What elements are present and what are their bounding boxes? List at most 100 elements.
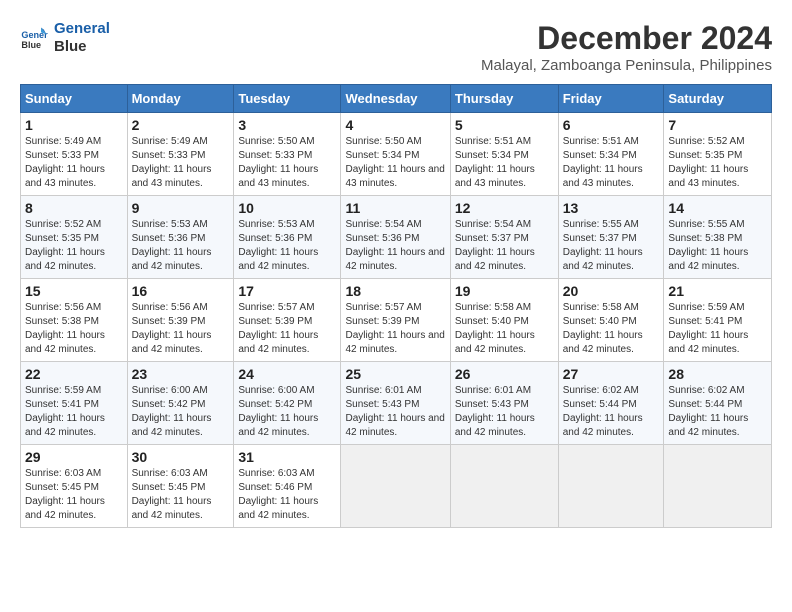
day-info: Sunrise: 5:51 AMSunset: 5:34 PMDaylight:… <box>563 136 643 189</box>
day-number: 1 <box>25 117 123 133</box>
calendar-day-cell: 10 Sunrise: 5:53 AMSunset: 5:36 PMDaylig… <box>234 196 341 279</box>
calendar-header-cell: Monday <box>127 85 234 113</box>
day-number: 12 <box>455 200 554 216</box>
day-number: 23 <box>132 366 230 382</box>
calendar-header-cell: Friday <box>558 85 664 113</box>
calendar-day-cell: 15 Sunrise: 5:56 AMSunset: 5:38 PMDaylig… <box>21 279 128 362</box>
day-number: 20 <box>563 283 660 299</box>
calendar-day-cell: 17 Sunrise: 5:57 AMSunset: 5:39 PMDaylig… <box>234 279 341 362</box>
day-info: Sunrise: 5:53 AMSunset: 5:36 PMDaylight:… <box>238 219 318 272</box>
day-info: Sunrise: 5:49 AMSunset: 5:33 PMDaylight:… <box>25 136 105 189</box>
calendar-day-cell: 4 Sunrise: 5:50 AMSunset: 5:34 PMDayligh… <box>341 113 450 196</box>
day-number: 26 <box>455 366 554 382</box>
day-info: Sunrise: 6:03 AMSunset: 5:46 PMDaylight:… <box>238 468 318 521</box>
calendar-week-row: 15 Sunrise: 5:56 AMSunset: 5:38 PMDaylig… <box>21 279 772 362</box>
calendar-week-row: 8 Sunrise: 5:52 AMSunset: 5:35 PMDayligh… <box>21 196 772 279</box>
calendar-header-cell: Wednesday <box>341 85 450 113</box>
calendar-header-cell: Saturday <box>664 85 772 113</box>
day-info: Sunrise: 6:03 AMSunset: 5:45 PMDaylight:… <box>132 468 212 521</box>
day-info: Sunrise: 6:01 AMSunset: 5:43 PMDaylight:… <box>345 385 444 438</box>
day-number: 3 <box>238 117 336 133</box>
day-number: 15 <box>25 283 123 299</box>
day-info: Sunrise: 5:55 AMSunset: 5:37 PMDaylight:… <box>563 219 643 272</box>
calendar-day-cell: 9 Sunrise: 5:53 AMSunset: 5:36 PMDayligh… <box>127 196 234 279</box>
day-number: 24 <box>238 366 336 382</box>
day-info: Sunrise: 6:02 AMSunset: 5:44 PMDaylight:… <box>668 385 748 438</box>
calendar-day-cell: 18 Sunrise: 5:57 AMSunset: 5:39 PMDaylig… <box>341 279 450 362</box>
calendar-day-cell <box>341 445 450 528</box>
day-number: 29 <box>25 449 123 465</box>
day-info: Sunrise: 5:58 AMSunset: 5:40 PMDaylight:… <box>563 302 643 355</box>
day-number: 2 <box>132 117 230 133</box>
day-number: 21 <box>668 283 767 299</box>
calendar-day-cell: 7 Sunrise: 5:52 AMSunset: 5:35 PMDayligh… <box>664 113 772 196</box>
day-number: 17 <box>238 283 336 299</box>
day-info: Sunrise: 5:52 AMSunset: 5:35 PMDaylight:… <box>25 219 105 272</box>
day-info: Sunrise: 5:51 AMSunset: 5:34 PMDaylight:… <box>455 136 535 189</box>
day-info: Sunrise: 5:59 AMSunset: 5:41 PMDaylight:… <box>25 385 105 438</box>
day-info: Sunrise: 6:00 AMSunset: 5:42 PMDaylight:… <box>132 385 212 438</box>
day-info: Sunrise: 5:52 AMSunset: 5:35 PMDaylight:… <box>668 136 748 189</box>
calendar-day-cell: 21 Sunrise: 5:59 AMSunset: 5:41 PMDaylig… <box>664 279 772 362</box>
day-number: 5 <box>455 117 554 133</box>
day-info: Sunrise: 5:57 AMSunset: 5:39 PMDaylight:… <box>238 302 318 355</box>
calendar-day-cell: 14 Sunrise: 5:55 AMSunset: 5:38 PMDaylig… <box>664 196 772 279</box>
day-info: Sunrise: 6:01 AMSunset: 5:43 PMDaylight:… <box>455 385 535 438</box>
calendar-week-row: 29 Sunrise: 6:03 AMSunset: 5:45 PMDaylig… <box>21 445 772 528</box>
main-title: December 2024 <box>481 20 772 57</box>
calendar-day-cell: 30 Sunrise: 6:03 AMSunset: 5:45 PMDaylig… <box>127 445 234 528</box>
day-info: Sunrise: 6:02 AMSunset: 5:44 PMDaylight:… <box>563 385 643 438</box>
day-number: 19 <box>455 283 554 299</box>
calendar-day-cell: 23 Sunrise: 6:00 AMSunset: 5:42 PMDaylig… <box>127 362 234 445</box>
subtitle: Malayal, Zamboanga Peninsula, Philippine… <box>481 57 772 74</box>
calendar-day-cell: 25 Sunrise: 6:01 AMSunset: 5:43 PMDaylig… <box>341 362 450 445</box>
day-number: 9 <box>132 200 230 216</box>
day-info: Sunrise: 6:03 AMSunset: 5:45 PMDaylight:… <box>25 468 105 521</box>
day-info: Sunrise: 5:55 AMSunset: 5:38 PMDaylight:… <box>668 219 748 272</box>
calendar-day-cell: 3 Sunrise: 5:50 AMSunset: 5:33 PMDayligh… <box>234 113 341 196</box>
day-number: 31 <box>238 449 336 465</box>
day-number: 10 <box>238 200 336 216</box>
calendar-day-cell <box>664 445 772 528</box>
day-number: 11 <box>345 200 445 216</box>
day-info: Sunrise: 5:57 AMSunset: 5:39 PMDaylight:… <box>345 302 444 355</box>
calendar-day-cell: 1 Sunrise: 5:49 AMSunset: 5:33 PMDayligh… <box>21 113 128 196</box>
calendar-week-row: 22 Sunrise: 5:59 AMSunset: 5:41 PMDaylig… <box>21 362 772 445</box>
calendar-day-cell: 28 Sunrise: 6:02 AMSunset: 5:44 PMDaylig… <box>664 362 772 445</box>
calendar-day-cell: 20 Sunrise: 5:58 AMSunset: 5:40 PMDaylig… <box>558 279 664 362</box>
day-number: 25 <box>345 366 445 382</box>
day-number: 14 <box>668 200 767 216</box>
day-number: 13 <box>563 200 660 216</box>
calendar-day-cell: 11 Sunrise: 5:54 AMSunset: 5:36 PMDaylig… <box>341 196 450 279</box>
calendar-day-cell <box>558 445 664 528</box>
day-number: 27 <box>563 366 660 382</box>
calendar-day-cell: 12 Sunrise: 5:54 AMSunset: 5:37 PMDaylig… <box>450 196 558 279</box>
calendar-day-cell: 13 Sunrise: 5:55 AMSunset: 5:37 PMDaylig… <box>558 196 664 279</box>
calendar-header-row: SundayMondayTuesdayWednesdayThursdayFrid… <box>21 85 772 113</box>
header: General Blue General Blue December 2024 … <box>20 20 772 74</box>
calendar-day-cell: 19 Sunrise: 5:58 AMSunset: 5:40 PMDaylig… <box>450 279 558 362</box>
calendar-day-cell: 27 Sunrise: 6:02 AMSunset: 5:44 PMDaylig… <box>558 362 664 445</box>
title-block: December 2024 Malayal, Zamboanga Peninsu… <box>481 20 772 74</box>
day-number: 6 <box>563 117 660 133</box>
day-info: Sunrise: 5:49 AMSunset: 5:33 PMDaylight:… <box>132 136 212 189</box>
calendar-header-cell: Tuesday <box>234 85 341 113</box>
day-info: Sunrise: 5:50 AMSunset: 5:33 PMDaylight:… <box>238 136 318 189</box>
day-info: Sunrise: 5:56 AMSunset: 5:38 PMDaylight:… <box>25 302 105 355</box>
calendar-day-cell: 16 Sunrise: 5:56 AMSunset: 5:39 PMDaylig… <box>127 279 234 362</box>
calendar-day-cell: 6 Sunrise: 5:51 AMSunset: 5:34 PMDayligh… <box>558 113 664 196</box>
day-info: Sunrise: 5:54 AMSunset: 5:37 PMDaylight:… <box>455 219 535 272</box>
calendar-day-cell: 5 Sunrise: 5:51 AMSunset: 5:34 PMDayligh… <box>450 113 558 196</box>
day-number: 28 <box>668 366 767 382</box>
logo-line1: General <box>54 20 110 38</box>
logo-icon: General Blue <box>20 24 48 52</box>
calendar-table: SundayMondayTuesdayWednesdayThursdayFrid… <box>20 84 772 528</box>
day-info: Sunrise: 5:59 AMSunset: 5:41 PMDaylight:… <box>668 302 748 355</box>
day-number: 4 <box>345 117 445 133</box>
logo: General Blue General Blue <box>20 20 110 56</box>
svg-text:Blue: Blue <box>21 40 41 50</box>
day-info: Sunrise: 5:53 AMSunset: 5:36 PMDaylight:… <box>132 219 212 272</box>
calendar-day-cell: 24 Sunrise: 6:00 AMSunset: 5:42 PMDaylig… <box>234 362 341 445</box>
calendar-header-cell: Thursday <box>450 85 558 113</box>
day-number: 30 <box>132 449 230 465</box>
